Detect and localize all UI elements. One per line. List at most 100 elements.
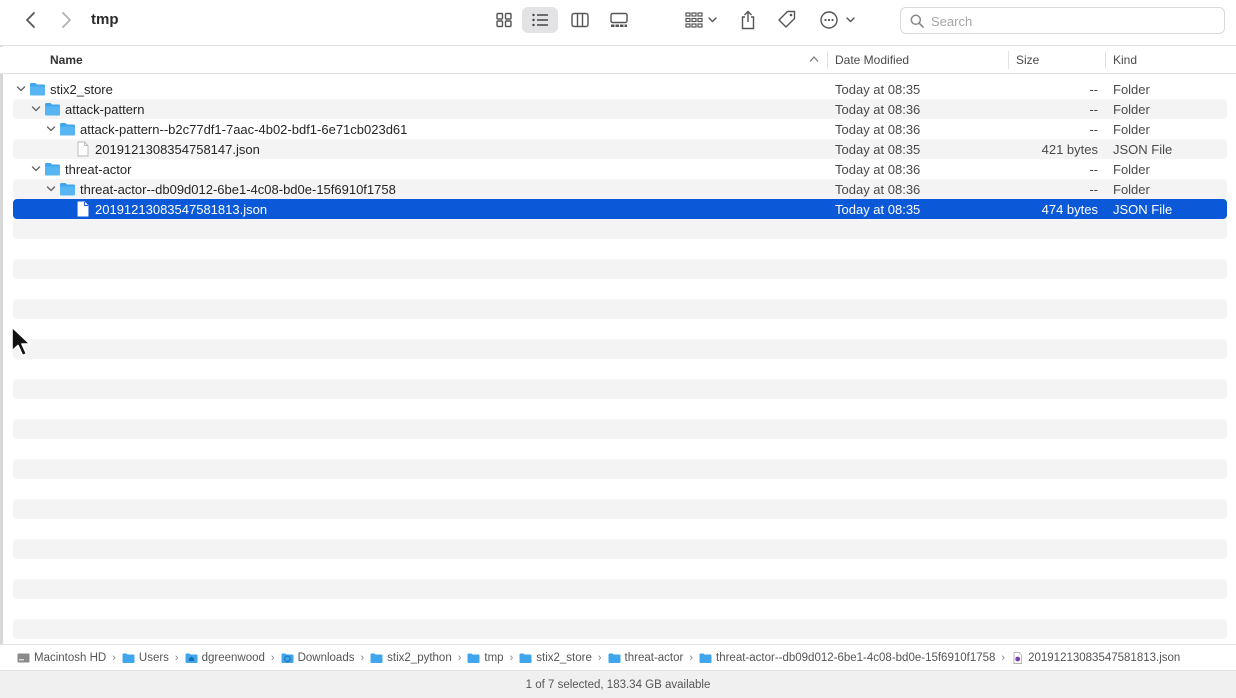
row-date: Today at 08:36 [835, 162, 921, 177]
path-item[interactable]: threat-actor › [608, 652, 699, 664]
row-name: attack-pattern--b2c77df1-7aac-4b02-bdf1-… [80, 122, 408, 137]
icon-view-button[interactable] [486, 7, 522, 33]
empty-row [13, 359, 1227, 379]
group-by-button[interactable] [682, 7, 720, 33]
path-separator-icon: › [509, 651, 514, 664]
empty-row [13, 539, 1227, 559]
column-header-date-modified[interactable]: Date Modified [835, 53, 909, 67]
table-row[interactable]: attack-pattern--b2c77df1-7aac-4b02-bdf1-… [13, 119, 1227, 139]
json-file-icon [74, 201, 91, 217]
disclosure-chevron-icon[interactable] [30, 103, 42, 115]
home-folder-icon [185, 652, 202, 664]
empty-row [13, 479, 1227, 499]
path-item[interactable]: threat-actor--db09d012-6be1-4c08-bd0e-15… [699, 652, 1011, 664]
gallery-view-button[interactable] [601, 7, 637, 33]
path-item[interactable]: tmp › [467, 652, 519, 664]
table-row[interactable]: 20191213083547581813.json Today at 08:35 4… [13, 199, 1227, 219]
path-item[interactable]: 20191213083547581813.json [1011, 652, 1180, 664]
folder-icon [519, 652, 536, 664]
row-kind: Folder [1113, 162, 1150, 177]
table-row[interactable]: threat-actor--db09d012-6be1-4c08-bd0e-15… [13, 179, 1227, 199]
empty-row [13, 439, 1227, 459]
empty-row [13, 259, 1227, 279]
table-row[interactable]: attack-pattern Today at 08:36 -- Folder [13, 99, 1227, 119]
empty-row [13, 579, 1227, 599]
row-size: 474 bytes [1041, 202, 1098, 217]
path-item[interactable]: stix2_store › [519, 652, 607, 664]
folder-icon [44, 101, 61, 117]
path-item-label: tmp [484, 651, 504, 664]
path-item[interactable]: Users › [122, 652, 185, 664]
table-row[interactable]: threat-actor Today at 08:36 -- Folder [13, 159, 1227, 179]
column-divider[interactable] [827, 51, 828, 69]
tags-button[interactable] [776, 7, 798, 33]
column-header-kind[interactable]: Kind [1113, 53, 1137, 67]
more-actions-button[interactable] [818, 7, 856, 33]
column-view-button[interactable] [562, 7, 598, 33]
disclosure-chevron-icon[interactable] [15, 83, 27, 95]
folder-icon [59, 181, 76, 197]
empty-row [13, 459, 1227, 479]
back-button[interactable] [18, 7, 44, 33]
disclosure-chevron-icon[interactable] [45, 123, 57, 135]
empty-row [13, 519, 1227, 539]
row-date: Today at 08:36 [835, 102, 921, 117]
path-item[interactable]: stix2_python › [370, 652, 467, 664]
column-header-size[interactable]: Size [1016, 53, 1039, 67]
disclosure-chevron-icon[interactable] [30, 163, 42, 175]
folder-icon [122, 652, 139, 664]
path-separator-icon: › [597, 651, 602, 664]
path-item-label: Macintosh HD [34, 651, 107, 664]
search-input[interactable] [931, 11, 1216, 31]
window-title: tmp [91, 11, 119, 28]
row-kind: Folder [1113, 82, 1150, 97]
table-row[interactable]: stix2_store Today at 08:35 -- Folder [13, 79, 1227, 99]
columns-icon [571, 12, 589, 28]
column-divider[interactable] [1105, 51, 1106, 69]
row-name: 20191213083547581813.json [95, 202, 268, 217]
row-date: Today at 08:36 [835, 182, 921, 197]
path-item-label: Users [138, 651, 169, 664]
list-view-button[interactable] [522, 7, 558, 33]
path-item-label: stix2_store [536, 651, 592, 664]
share-button[interactable] [738, 7, 758, 33]
path-bar: Macintosh HD › Users › dgreenwood › Downloads ›… [0, 644, 1236, 670]
folder-icon [370, 652, 387, 664]
forward-button[interactable] [53, 7, 79, 33]
empty-row [13, 319, 1227, 339]
search-field[interactable] [900, 7, 1225, 34]
path-separator-icon: › [457, 651, 462, 664]
grid-icon [496, 12, 512, 28]
window-left-edge [0, 0, 3, 698]
file-list[interactable]: stix2_store Today at 08:35 -- Folder attack-… [13, 79, 1227, 639]
path-item-label: dgreenwood [201, 651, 265, 664]
empty-row [13, 559, 1227, 579]
empty-row [13, 219, 1227, 239]
folder-icon [44, 161, 61, 177]
path-item-label: Downloads [297, 651, 355, 664]
json-file-icon [74, 141, 91, 157]
empty-row [13, 419, 1227, 439]
path-separator-icon: › [689, 651, 694, 664]
row-name: threat-actor [65, 162, 132, 177]
path-separator-icon: › [112, 651, 116, 664]
row-date: Today at 08:35 [835, 82, 921, 97]
disclosure-chevron-icon[interactable] [45, 183, 57, 195]
table-row[interactable]: 2019121308354758147.json Today at 08:35 42… [13, 139, 1227, 159]
path-item[interactable]: dgreenwood › [185, 652, 281, 664]
gallery-icon [610, 12, 628, 27]
path-item[interactable]: Macintosh HD › [17, 652, 122, 664]
path-item[interactable]: Downloads › [281, 652, 371, 664]
column-divider[interactable] [1008, 51, 1009, 69]
list-icon [532, 13, 548, 27]
path-item-label: 20191213083547581813.json [1028, 651, 1181, 664]
chevron-left-icon [26, 12, 35, 28]
json-file-icon [1011, 651, 1028, 664]
empty-row [13, 499, 1227, 519]
column-header: Name Date Modified Size Kind [0, 47, 1236, 74]
column-header-name[interactable]: Name [50, 53, 83, 67]
row-date: Today at 08:36 [835, 122, 921, 137]
folder-icon [699, 652, 716, 664]
mouse-pointer-icon [11, 326, 31, 357]
row-kind: Folder [1113, 182, 1150, 197]
